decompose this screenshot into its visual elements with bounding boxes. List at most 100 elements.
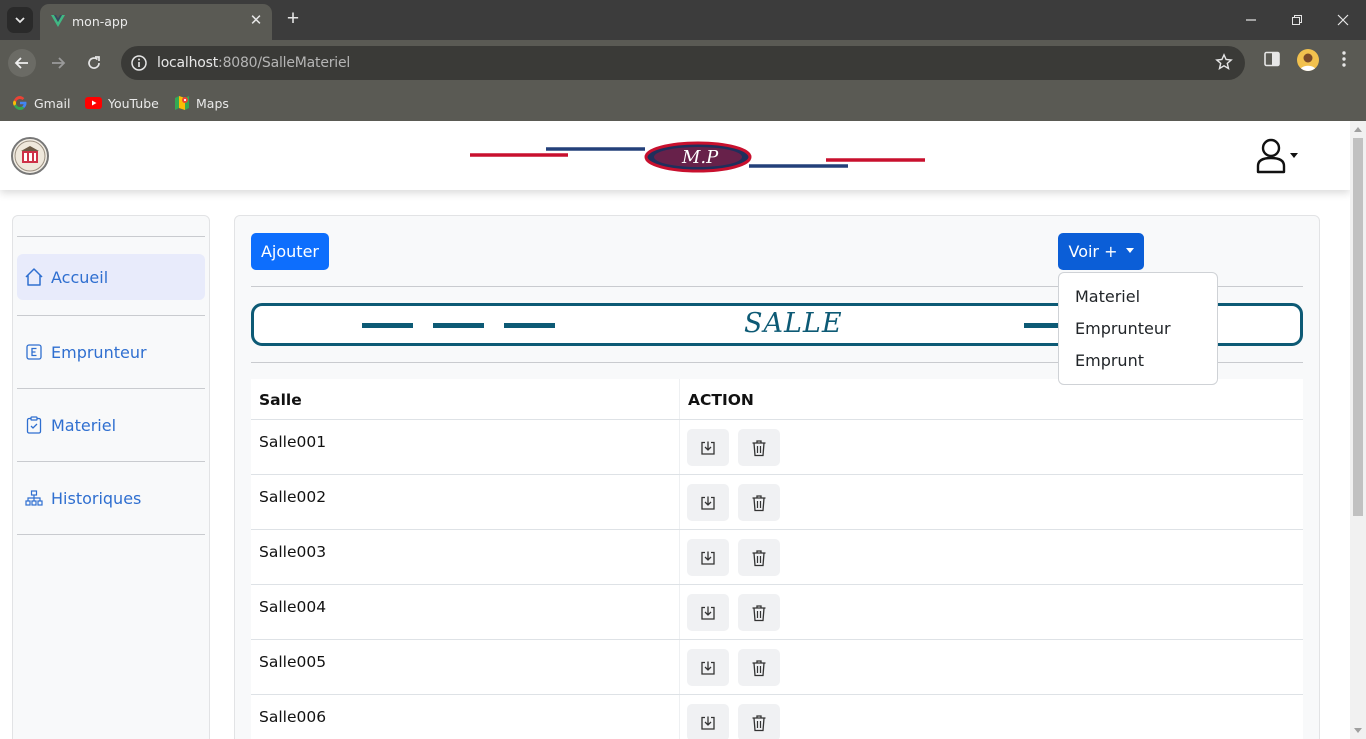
- window-controls: [1228, 0, 1366, 40]
- sidebar-item-label: Materiel: [51, 415, 117, 435]
- school-logo[interactable]: [11, 137, 49, 175]
- download-icon: [700, 605, 716, 621]
- new-tab-button[interactable]: +: [283, 8, 303, 30]
- browser-tab[interactable]: mon-app ✕: [40, 4, 272, 40]
- vue-logo-icon: [51, 15, 65, 27]
- letter-e-icon: [17, 344, 51, 360]
- profile-avatar-icon: [1300, 53, 1316, 71]
- user-menu[interactable]: [1256, 138, 1298, 174]
- tab-search-button[interactable]: [7, 7, 33, 33]
- bookmarks-bar: Gmail YouTube Maps: [0, 86, 1366, 121]
- column-header-action: ACTION: [688, 391, 754, 409]
- column-separator: [679, 695, 680, 739]
- trash-icon: [751, 549, 767, 567]
- table-header: Salle ACTION: [251, 379, 1303, 420]
- bookmark-star-icon[interactable]: [1215, 53, 1233, 71]
- download-button[interactable]: [687, 429, 729, 466]
- kebab-menu-icon[interactable]: [1336, 50, 1352, 68]
- download-button[interactable]: [687, 484, 729, 521]
- scroll-down-arrow[interactable]: [1354, 728, 1362, 733]
- delete-button[interactable]: [738, 704, 780, 739]
- trash-icon: [751, 604, 767, 622]
- diagram-icon: [17, 490, 51, 506]
- download-button[interactable]: [687, 704, 729, 739]
- delete-button[interactable]: [738, 484, 780, 521]
- sidebar-item-materiel[interactable]: Materiel: [17, 402, 205, 448]
- arrow-left-icon: [14, 57, 28, 69]
- delete-button[interactable]: [738, 429, 780, 466]
- address-bar[interactable]: localhost:8080/SalleMateriel: [121, 46, 1245, 80]
- voir-plus-label: Voir +: [1068, 242, 1118, 261]
- chevron-down-icon: [15, 17, 25, 24]
- column-header-salle: Salle: [259, 391, 302, 409]
- scroll-up-arrow[interactable]: [1354, 127, 1362, 132]
- url-host: localhost: [157, 55, 219, 71]
- salle-name-cell: Salle006: [259, 708, 327, 726]
- download-button[interactable]: [687, 539, 729, 576]
- dropdown-item-emprunt[interactable]: Emprunt: [1059, 345, 1217, 377]
- minimize-icon: [1246, 19, 1256, 21]
- mp-logo-text: M.P: [682, 147, 719, 168]
- home-icon: [17, 267, 51, 287]
- school-seal-icon: [14, 140, 46, 172]
- bookmark-label: YouTube: [108, 95, 159, 111]
- salle-name-cell: Salle001: [259, 433, 327, 451]
- voir-plus-dropdown-menu: Materiel Emprunteur Emprunt: [1058, 272, 1218, 385]
- dropdown-item-materiel[interactable]: Materiel: [1059, 281, 1217, 313]
- tab-strip: mon-app ✕ +: [0, 0, 1366, 40]
- bookmark-gmail[interactable]: Gmail: [12, 92, 70, 114]
- delete-button[interactable]: [738, 649, 780, 686]
- tab-title: mon-app: [72, 14, 128, 29]
- salle-name-cell: Salle003: [259, 543, 327, 561]
- banner-dash: [504, 323, 555, 328]
- reload-button[interactable]: [80, 49, 108, 77]
- column-separator: [679, 379, 680, 419]
- sidebar-divider: [17, 315, 205, 316]
- delete-button[interactable]: [738, 539, 780, 576]
- close-window-button[interactable]: [1320, 0, 1366, 40]
- url-path: :8080/SalleMateriel: [218, 55, 351, 71]
- browser-toolbar: localhost:8080/SalleMateriel: [0, 40, 1366, 86]
- table-row: Salle001: [251, 420, 1303, 475]
- download-icon: [700, 440, 716, 456]
- bookmark-youtube[interactable]: YouTube: [85, 92, 159, 114]
- web-page: M.P Accueil Emprunteur Materiel Historiq…: [0, 121, 1350, 739]
- sidebar-item-emprunteur[interactable]: Emprunteur: [17, 329, 205, 375]
- sidebar-item-label: Historiques: [51, 488, 142, 508]
- restore-button[interactable]: [1274, 0, 1320, 40]
- download-button[interactable]: [687, 649, 729, 686]
- salle-name-cell: Salle004: [259, 598, 327, 616]
- sidebar-item-accueil[interactable]: Accueil: [17, 254, 205, 300]
- back-button[interactable]: [8, 49, 36, 77]
- sidebar-item-historiques[interactable]: Historiques: [17, 475, 205, 521]
- app-header: M.P: [0, 121, 1350, 190]
- page-scrollbar[interactable]: [1350, 121, 1366, 739]
- youtube-icon: [85, 97, 102, 109]
- download-icon: [700, 715, 716, 731]
- table-row: Salle006: [251, 695, 1303, 739]
- caret-down-icon: [1290, 152, 1298, 158]
- url-text: localhost:8080/SalleMateriel: [157, 55, 350, 71]
- tab-close-icon[interactable]: ✕: [248, 13, 264, 29]
- close-icon: [1337, 14, 1349, 26]
- scroll-thumb[interactable]: [1353, 138, 1363, 516]
- trash-icon: [751, 494, 767, 512]
- delete-button[interactable]: [738, 594, 780, 631]
- sidebar-item-label: Emprunteur: [51, 342, 147, 362]
- minimize-button[interactable]: [1228, 0, 1274, 40]
- voir-plus-dropdown-button[interactable]: Voir +: [1058, 233, 1144, 270]
- table-row: Salle004: [251, 585, 1303, 640]
- dropdown-item-emprunteur[interactable]: Emprunteur: [1059, 313, 1217, 345]
- download-button[interactable]: [687, 594, 729, 631]
- forward-button[interactable]: [44, 49, 72, 77]
- download-icon: [700, 660, 716, 676]
- caret-down-icon: [1125, 247, 1134, 253]
- site-info-icon[interactable]: [130, 54, 148, 72]
- bookmark-maps[interactable]: Maps: [174, 92, 229, 114]
- add-button[interactable]: Ajouter: [251, 233, 329, 270]
- table-row: Salle003: [251, 530, 1303, 585]
- side-panel-icon[interactable]: [1263, 50, 1281, 68]
- sidebar-item-label: Accueil: [51, 267, 109, 287]
- sidebar-divider: [17, 388, 205, 389]
- profile-avatar[interactable]: [1297, 49, 1319, 71]
